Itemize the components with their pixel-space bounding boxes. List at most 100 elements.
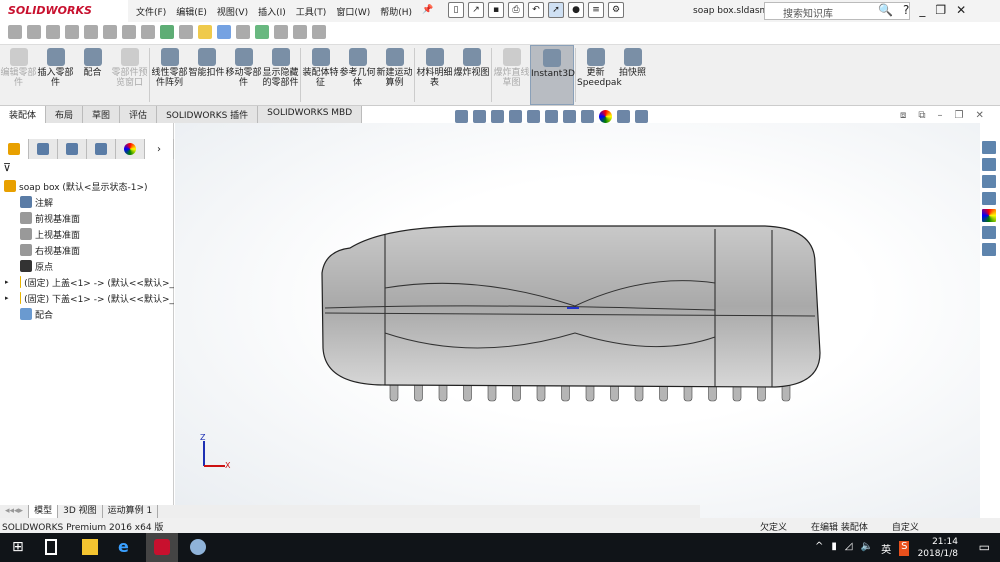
viewport-close-button[interactable]: ✕ <box>975 110 983 121</box>
toolbar-icon[interactable] <box>103 25 117 39</box>
select-icon[interactable]: ➚ <box>548 2 564 18</box>
expand-arrow-icon[interactable]: ▸ <box>5 278 9 286</box>
tree-item[interactable]: 上视基准面 <box>0 226 174 242</box>
solidworks-taskbar-icon[interactable] <box>146 533 178 562</box>
tab-layout[interactable]: 布局 <box>46 106 84 123</box>
file-explorer-icon[interactable] <box>981 174 997 189</box>
task-view-icon[interactable] <box>45 539 57 555</box>
pin-icon[interactable]: 📌 <box>422 5 433 17</box>
menu-tools[interactable]: 工具(T) <box>296 5 327 18</box>
ribbon-button[interactable]: 智能扣件 <box>188 45 225 105</box>
options-gear-icon[interactable]: ⚙ <box>608 2 624 18</box>
search-icon[interactable]: 🔍 <box>878 3 893 17</box>
viewport-restore-icon[interactable]: ⧈ <box>900 110 906 121</box>
menu-edit[interactable]: 编辑(E) <box>176 5 207 18</box>
design-library-icon[interactable] <box>981 157 997 172</box>
toolbar-icon[interactable] <box>27 25 41 39</box>
zoom-area-icon[interactable] <box>473 110 486 123</box>
open-icon[interactable]: ↗ <box>468 2 484 18</box>
tab-3d-view[interactable]: 3D 视图 <box>58 505 103 518</box>
tree-item[interactable]: 前视基准面 <box>0 210 174 226</box>
file-properties-icon[interactable]: ≡ <box>588 2 604 18</box>
menu-insert[interactable]: 插入(I) <box>258 5 286 18</box>
start-icon[interactable]: ⊞ <box>12 539 28 555</box>
ribbon-button[interactable]: 爆炸视图 <box>453 45 490 105</box>
toolbar-icon[interactable] <box>65 25 79 39</box>
menu-window[interactable]: 窗口(W) <box>336 5 370 18</box>
minimize-button[interactable]: _ <box>919 3 925 17</box>
ribbon-button[interactable]: 编辑零部件 <box>0 45 37 105</box>
notification-icon[interactable]: ▭ <box>979 540 990 554</box>
print-icon[interactable]: ⎙ <box>508 2 524 18</box>
section-view-icon[interactable] <box>509 110 522 123</box>
help-icon[interactable]: ? <box>903 3 909 17</box>
toolbar-icon[interactable] <box>293 25 307 39</box>
appearances-icon[interactable] <box>981 208 997 223</box>
toolbar-icon[interactable] <box>274 25 288 39</box>
toolbar-icon[interactable] <box>8 25 22 39</box>
tab-sketch[interactable]: 草图 <box>83 106 121 123</box>
tab-assembly[interactable]: 装配体 <box>0 106 47 123</box>
home-icon[interactable] <box>981 140 997 155</box>
scene-icon[interactable] <box>617 110 630 123</box>
tab-model[interactable]: 模型 <box>29 505 59 518</box>
ime-indicator[interactable]: 英 <box>881 541 891 556</box>
assembly-model[interactable]: Z X <box>175 123 980 518</box>
tree-item[interactable]: ▸ (固定) 下盖<1> -> (默认<<默认>_ <box>0 290 174 306</box>
ribbon-button[interactable]: 爆炸直线草图 <box>493 45 530 105</box>
file-explorer-taskbar-icon[interactable] <box>82 539 98 555</box>
ribbon-button[interactable]: 插入零部件 <box>37 45 74 105</box>
ribbon-button[interactable]: Instant3D <box>530 45 575 105</box>
undo-icon[interactable]: ↶ <box>528 2 544 18</box>
toolbar-icon[interactable] <box>46 25 60 39</box>
ribbon-button[interactable]: 线性零部件阵列 <box>151 45 188 105</box>
custom-properties-icon[interactable] <box>981 225 997 240</box>
view-orientation-icon[interactable] <box>545 110 558 123</box>
tree-item[interactable]: 右视基准面 <box>0 242 174 258</box>
tree-item[interactable]: soap box (默认<显示状态-1>) <box>0 178 174 194</box>
toolbar-icon[interactable] <box>84 25 98 39</box>
menu-view[interactable]: 视图(V) <box>217 5 248 18</box>
menu-help[interactable]: 帮助(H) <box>380 5 412 18</box>
restore-button[interactable]: ❐ <box>935 3 946 17</box>
viewport-maximize-button[interactable]: ❐ <box>955 110 964 121</box>
dynamic-annotation-icon[interactable] <box>527 110 540 123</box>
tab-evaluate[interactable]: 评估 <box>120 106 158 123</box>
toolbar-icon[interactable] <box>122 25 136 39</box>
ribbon-button[interactable]: 配合 <box>74 45 111 105</box>
viewport-min-icon[interactable]: ⧉ <box>918 110 925 121</box>
edge-browser-icon[interactable]: e <box>118 537 134 556</box>
graphics-area[interactable]: Z X <box>175 123 980 518</box>
display-manager-tab[interactable] <box>116 139 145 159</box>
menu-file[interactable]: 文件(F) <box>136 5 166 18</box>
volume-icon[interactable]: 🔈 <box>861 541 873 556</box>
viewport-minimize-button[interactable]: – <box>938 110 943 121</box>
clock[interactable]: 21:14 2018/1/8 <box>918 536 958 560</box>
tree-item[interactable]: 注解 <box>0 194 174 210</box>
toolbar-icon[interactable] <box>160 25 174 39</box>
toolbar-icon[interactable] <box>217 25 231 39</box>
display-style-icon[interactable] <box>563 110 576 123</box>
close-button[interactable]: ✕ <box>956 3 966 17</box>
ribbon-button[interactable]: 拍快照 <box>614 45 651 105</box>
rebuild-icon[interactable]: ● <box>568 2 584 18</box>
tree-item[interactable]: ▸ (固定) 上盖<1> -> (默认<<默认>_ <box>0 274 174 290</box>
propertymanager-tab[interactable] <box>29 139 58 159</box>
battery-icon[interactable]: ▮ <box>831 541 837 556</box>
tray-expand-icon[interactable]: ^ <box>815 541 823 556</box>
toolbar-icon[interactable] <box>198 25 212 39</box>
tab-mbd[interactable]: SOLIDWORKS MBD <box>258 106 363 123</box>
toolbar-icon[interactable] <box>141 25 155 39</box>
tree-item[interactable]: 配合 <box>0 306 174 322</box>
wifi-icon[interactable]: ◿ <box>845 541 853 556</box>
solidworks-logo[interactable]: SOLIDWORKS <box>0 0 128 22</box>
toolbar-icon[interactable] <box>236 25 250 39</box>
tab-addins[interactable]: SOLIDWORKS 插件 <box>157 106 259 123</box>
expand-panel-arrow[interactable]: › <box>145 139 174 159</box>
save-icon[interactable]: ▪ <box>488 2 504 18</box>
tab-motion-study[interactable]: 运动算例 1 <box>103 505 159 518</box>
featuremanager-tab[interactable] <box>0 139 29 159</box>
configurationmanager-tab[interactable] <box>58 139 87 159</box>
expand-arrow-icon[interactable]: ▸ <box>5 294 9 302</box>
view-palette-icon[interactable] <box>981 191 997 206</box>
